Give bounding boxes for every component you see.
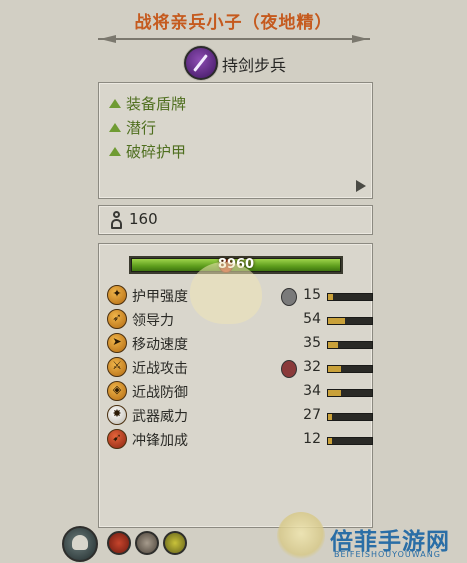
stat-bar-fill: [328, 366, 342, 372]
green-triangle-icon: [109, 122, 121, 132]
eye-icon[interactable]: [163, 531, 187, 555]
stat-value: 35: [303, 335, 321, 351]
background-mascot-image: [190, 262, 262, 324]
war-drum-icon[interactable]: [135, 531, 159, 555]
leadership-icon: ➶: [107, 309, 127, 329]
divider-ornament-right: [352, 35, 368, 43]
charge-bonus-icon: ➹: [107, 429, 127, 449]
melee-attack-icon: ⚔: [107, 357, 127, 377]
speed-icon: ➤: [107, 333, 127, 353]
stat-bar: [327, 365, 373, 373]
stat-bar-fill: [328, 390, 342, 396]
stat-bar: [327, 317, 373, 325]
unit-title: 战将亲兵小子（夜地精）: [134, 13, 333, 33]
rally-icon[interactable]: [107, 531, 131, 555]
ability-item[interactable]: 破碎护甲: [109, 141, 186, 161]
stat-bar-fill: [328, 318, 345, 324]
stat-value: 27: [303, 407, 321, 423]
stat-bar: [327, 389, 373, 397]
stat-label: 护甲强度: [132, 289, 188, 305]
ability-item[interactable]: 潜行: [109, 117, 156, 137]
stat-bar-fill: [328, 438, 332, 444]
watermark-logo: [277, 512, 325, 560]
armor-icon: ✦: [107, 285, 127, 305]
stat-value: 54: [303, 311, 321, 327]
unit-count-panel: 160: [98, 205, 373, 235]
unit-count: 160: [129, 210, 158, 228]
stat-label: 近战攻击: [132, 361, 188, 377]
stat-row-melee-defence[interactable]: ◈ 近战防御 34: [105, 380, 373, 404]
stat-row-weapon-strength[interactable]: ✸ 武器威力 27: [105, 404, 373, 428]
unit-class-label: 持剑步兵: [222, 56, 287, 75]
ability-item[interactable]: 装备盾牌: [109, 93, 186, 113]
stat-value: 12: [303, 431, 321, 447]
stat-label: 近战防御: [132, 385, 188, 401]
ability-label: 破碎护甲: [126, 142, 187, 161]
stat-bar-fill: [328, 294, 334, 300]
stat-label: 冲锋加成: [132, 433, 188, 449]
sword-icon[interactable]: [184, 46, 218, 80]
melee-defence-icon: ◈: [107, 381, 127, 401]
stat-value: 34: [303, 383, 321, 399]
green-triangle-icon: [109, 98, 121, 108]
stat-bar: [327, 437, 373, 445]
stat-label: 武器威力: [132, 409, 188, 425]
stat-row-speed[interactable]: ➤ 移动速度 35: [105, 332, 373, 356]
stat-bar-fill: [328, 342, 338, 348]
title-divider: [98, 38, 370, 40]
abilities-panel: 装备盾牌 潜行 破碎护甲: [98, 82, 373, 199]
divider-ornament-left: [100, 35, 116, 43]
stat-value: 32: [303, 359, 321, 375]
stat-row-melee-attack[interactable]: ⚔ 近战攻击 32: [105, 356, 373, 380]
portrait-skull-icon[interactable]: [62, 526, 98, 562]
stat-bar: [327, 341, 373, 349]
stat-bar: [327, 293, 373, 301]
ability-label: 潜行: [126, 118, 157, 137]
stat-label: 移动速度: [132, 337, 188, 353]
stat-label: 领导力: [132, 313, 174, 329]
expand-arrow-icon[interactable]: [356, 180, 366, 192]
stat-bar: [327, 413, 373, 421]
stat-row-charge-bonus[interactable]: ➹ 冲锋加成 12: [105, 428, 373, 452]
weapon-strength-icon: ✸: [107, 405, 127, 425]
soldier-icon: [109, 211, 123, 229]
stat-bar-fill: [328, 414, 333, 420]
green-triangle-icon: [109, 146, 121, 156]
ability-label: 装备盾牌: [126, 94, 187, 113]
stat-value: 15: [303, 287, 321, 303]
watermark-subtext: BEIFEISHOUYOUWANG: [334, 550, 441, 559]
